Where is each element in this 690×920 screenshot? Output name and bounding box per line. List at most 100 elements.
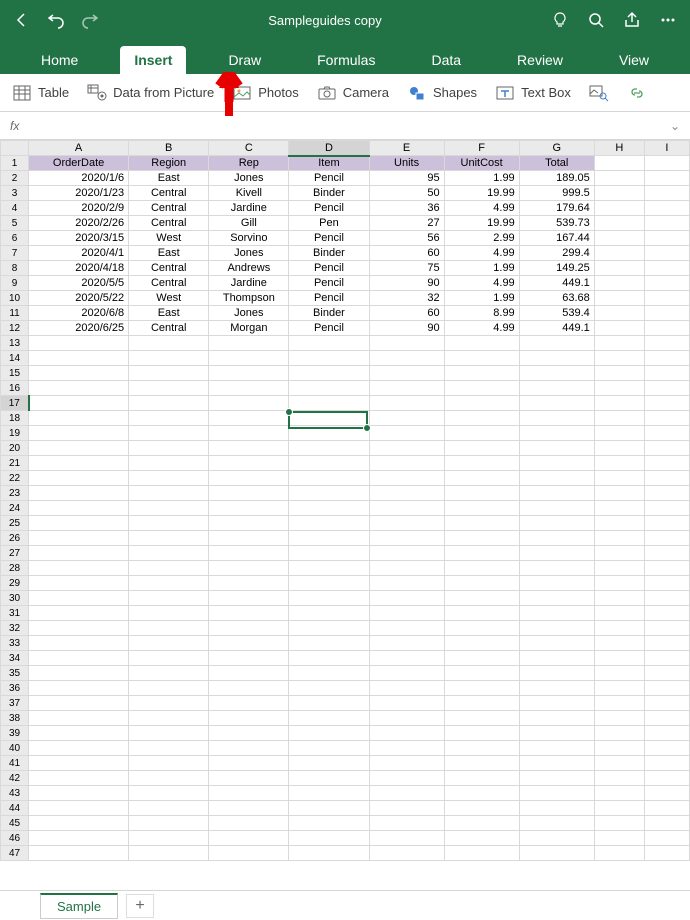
cell[interactable]: Jones (209, 246, 289, 261)
col-header-D[interactable]: D (289, 141, 369, 156)
cell[interactable] (289, 651, 369, 666)
cell[interactable]: 2.99 (444, 231, 519, 246)
cell[interactable] (594, 636, 644, 651)
cell[interactable] (594, 591, 644, 606)
cell[interactable] (209, 396, 289, 411)
cell[interactable]: Central (129, 276, 209, 291)
cell[interactable] (644, 726, 689, 741)
cell[interactable]: 2020/6/25 (29, 321, 129, 336)
cell[interactable] (644, 186, 689, 201)
cell[interactable] (644, 606, 689, 621)
tab-draw[interactable]: Draw (214, 46, 275, 74)
cell[interactable] (594, 516, 644, 531)
cell[interactable] (289, 696, 369, 711)
cell[interactable] (29, 711, 129, 726)
row-header[interactable]: 23 (1, 486, 29, 501)
cell[interactable]: Gill (209, 216, 289, 231)
cell[interactable] (594, 441, 644, 456)
cell[interactable] (444, 651, 519, 666)
cell[interactable] (519, 621, 594, 636)
cell[interactable] (594, 411, 644, 426)
cell[interactable] (209, 501, 289, 516)
cell[interactable] (594, 561, 644, 576)
cell[interactable]: 19.99 (444, 216, 519, 231)
row-header[interactable]: 10 (1, 291, 29, 306)
cell[interactable] (209, 741, 289, 756)
cell[interactable] (444, 621, 519, 636)
cell[interactable] (594, 216, 644, 231)
cell[interactable] (444, 531, 519, 546)
cell[interactable] (29, 681, 129, 696)
cell[interactable]: 56 (369, 231, 444, 246)
row-header[interactable]: 13 (1, 336, 29, 351)
cell[interactable] (29, 351, 129, 366)
cell[interactable] (209, 726, 289, 741)
cell[interactable] (594, 756, 644, 771)
cell[interactable] (129, 486, 209, 501)
cell[interactable] (289, 456, 369, 471)
cell[interactable]: 539.4 (519, 306, 594, 321)
cell[interactable]: Central (129, 186, 209, 201)
cell[interactable]: 449.1 (519, 321, 594, 336)
cell[interactable]: 2020/5/22 (29, 291, 129, 306)
cell[interactable] (209, 651, 289, 666)
cmd-data-from-picture[interactable]: Data from Picture (87, 83, 214, 103)
cell[interactable] (519, 591, 594, 606)
cell[interactable] (129, 651, 209, 666)
cell[interactable] (289, 756, 369, 771)
cell[interactable] (29, 426, 129, 441)
cell[interactable]: 1.99 (444, 261, 519, 276)
cell[interactable] (444, 726, 519, 741)
cell[interactable] (129, 366, 209, 381)
cell[interactable] (129, 786, 209, 801)
cell[interactable] (289, 846, 369, 861)
cell[interactable] (289, 411, 369, 426)
cell[interactable] (29, 756, 129, 771)
cell[interactable] (289, 681, 369, 696)
cell[interactable] (209, 531, 289, 546)
cell[interactable] (519, 696, 594, 711)
cell[interactable] (289, 351, 369, 366)
cell[interactable] (369, 726, 444, 741)
cell[interactable] (29, 561, 129, 576)
row-header[interactable]: 8 (1, 261, 29, 276)
cell[interactable] (444, 336, 519, 351)
cell[interactable] (444, 816, 519, 831)
cell[interactable]: 999.5 (519, 186, 594, 201)
cell[interactable] (29, 336, 129, 351)
cell[interactable] (644, 801, 689, 816)
cell[interactable] (289, 441, 369, 456)
row-header[interactable]: 47 (1, 846, 29, 861)
cell[interactable] (519, 681, 594, 696)
cell[interactable] (594, 366, 644, 381)
row-header[interactable]: 26 (1, 531, 29, 546)
cell[interactable] (519, 771, 594, 786)
cell[interactable] (594, 621, 644, 636)
cell[interactable] (644, 486, 689, 501)
cell[interactable]: Units (369, 156, 444, 171)
cell[interactable] (594, 381, 644, 396)
cell[interactable] (209, 756, 289, 771)
cell[interactable]: Pencil (289, 171, 369, 186)
cell[interactable] (644, 501, 689, 516)
cell[interactable] (519, 651, 594, 666)
cell[interactable] (209, 771, 289, 786)
cell[interactable] (519, 786, 594, 801)
cell[interactable] (644, 666, 689, 681)
cell[interactable] (594, 276, 644, 291)
cell[interactable] (369, 501, 444, 516)
cell[interactable] (369, 486, 444, 501)
cell[interactable] (519, 741, 594, 756)
row-header[interactable]: 43 (1, 786, 29, 801)
cell[interactable] (29, 531, 129, 546)
cell[interactable] (594, 786, 644, 801)
cell[interactable]: Morgan (209, 321, 289, 336)
cell[interactable] (444, 576, 519, 591)
cell[interactable] (289, 516, 369, 531)
row-header[interactable]: 42 (1, 771, 29, 786)
cell[interactable] (29, 771, 129, 786)
cell[interactable] (519, 711, 594, 726)
cell[interactable] (594, 816, 644, 831)
cell[interactable] (644, 711, 689, 726)
cell[interactable] (594, 531, 644, 546)
